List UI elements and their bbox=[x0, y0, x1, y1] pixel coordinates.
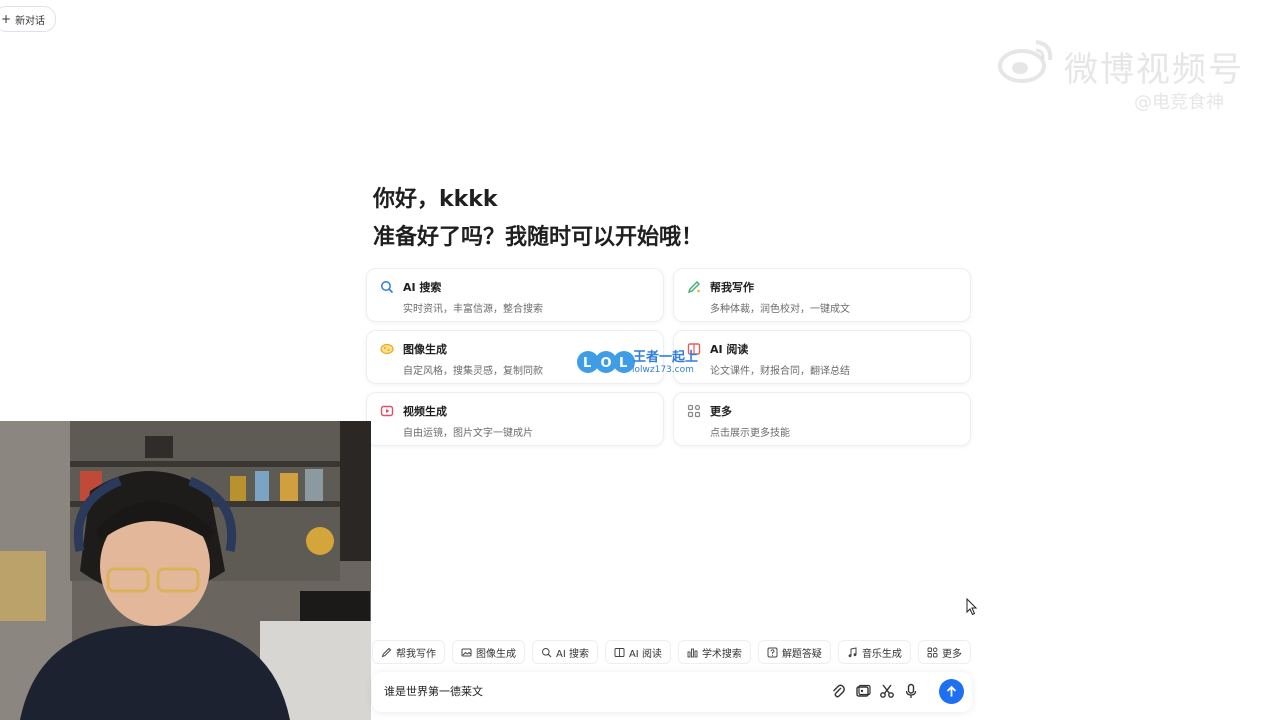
watermark-handle: @电竞食神 bbox=[1134, 92, 1224, 113]
card-desc: 论文课件，财报合同，翻译总结 bbox=[710, 366, 850, 377]
chat-input-box bbox=[372, 672, 972, 712]
image-upload-icon[interactable] bbox=[855, 683, 871, 699]
greeting-ready: 准备好了吗？我随时可以开始哦！ bbox=[373, 225, 704, 250]
chip-label: 帮我写作 bbox=[396, 648, 436, 660]
card-more[interactable]: 更多 点击展示更多技能 bbox=[673, 392, 971, 446]
chip-music-gen[interactable]: 音乐生成 bbox=[837, 640, 911, 664]
new-chat-label: 新对话 bbox=[15, 15, 46, 27]
chip-academic-search[interactable]: 学术搜索 bbox=[677, 640, 751, 664]
overlay-logo-domain: lolwz173.com bbox=[632, 365, 694, 375]
music-icon bbox=[848, 646, 857, 657]
card-desc: 实时资讯，丰富信源，整合搜索 bbox=[403, 304, 543, 315]
watermark-title: 微博视频号 bbox=[1064, 50, 1244, 90]
svg-text:L: L bbox=[583, 356, 591, 371]
card-title: 图像生成 bbox=[403, 343, 447, 356]
svg-text:L: L bbox=[619, 356, 627, 371]
greeting: 你好，kkkk 准备好了吗？我随时可以开始哦！ bbox=[373, 184, 703, 254]
card-title: 帮我写作 bbox=[710, 281, 754, 294]
card-ai-search[interactable]: AI 搜索 实时资讯，丰富信源，整合搜索 bbox=[366, 268, 664, 322]
webcam-overlay bbox=[0, 421, 371, 720]
app-window: + 新对话 微博视频号 @电竞食神 你好，kkkk 准备好了吗？我随时可以开始哦… bbox=[0, 0, 1280, 720]
chip-label: 解题答疑 bbox=[781, 648, 822, 660]
card-desc: 多种体裁，润色校对，一键成文 bbox=[710, 304, 850, 315]
greeting-hello: 你好，kkkk bbox=[373, 187, 498, 212]
mouse-cursor-icon bbox=[966, 598, 978, 616]
chip-label: 图像生成 bbox=[476, 648, 516, 660]
arrow-up-icon bbox=[946, 685, 957, 697]
image-icon bbox=[380, 343, 394, 355]
scissors-icon[interactable] bbox=[879, 683, 895, 699]
overlay-logo-cn: 王者一起上 bbox=[633, 350, 699, 365]
chip-writing[interactable]: 帮我写作 bbox=[372, 640, 445, 664]
plus-icon: + bbox=[1, 12, 12, 26]
watermark: 微博视频号 @电竞食神 bbox=[996, 34, 1256, 114]
image-icon bbox=[461, 648, 472, 656]
card-title: 更多 bbox=[710, 405, 732, 418]
pen-icon bbox=[687, 281, 700, 294]
video-icon bbox=[380, 405, 394, 417]
chip-more[interactable]: 更多 bbox=[917, 640, 971, 664]
chat-input[interactable] bbox=[384, 684, 804, 697]
weibo-logo-icon bbox=[998, 40, 1053, 83]
book-icon bbox=[614, 647, 625, 657]
chip-label: 学术搜索 bbox=[701, 648, 742, 660]
chip-ai-search[interactable]: AI 搜索 bbox=[532, 640, 598, 664]
streamer-camera-feed bbox=[0, 421, 371, 720]
card-title: 视频生成 bbox=[403, 405, 447, 418]
svg-text:O: O bbox=[601, 356, 612, 371]
paperclip-icon[interactable] bbox=[830, 683, 846, 699]
chart-icon bbox=[687, 648, 698, 657]
chip-image-gen[interactable]: 图像生成 bbox=[452, 640, 525, 664]
pen-icon bbox=[381, 647, 392, 657]
chip-ai-reading[interactable]: AI 阅读 bbox=[604, 640, 671, 664]
chip-problem-solving[interactable]: 解题答疑 bbox=[757, 640, 831, 664]
card-ai-reading[interactable]: AI 阅读 论文课件，财报合同，翻译总结 bbox=[673, 330, 971, 384]
chip-label: 更多 bbox=[941, 648, 962, 660]
card-desc: 自由运镜，图片文字一键成片 bbox=[403, 428, 533, 439]
grid-icon bbox=[687, 404, 701, 418]
search-icon bbox=[542, 647, 552, 657]
microphone-icon[interactable] bbox=[903, 683, 919, 699]
chip-label: AI 阅读 bbox=[628, 648, 662, 660]
card-title: AI 阅读 bbox=[710, 343, 749, 356]
search-icon bbox=[381, 281, 394, 294]
new-chat-button[interactable]: + 新对话 bbox=[0, 6, 57, 32]
question-icon bbox=[767, 647, 778, 657]
overlay-logo: L O L 王者一起上 lolwz173.com bbox=[576, 346, 706, 380]
grid-icon bbox=[927, 647, 938, 657]
card-desc: 点击展示更多技能 bbox=[710, 428, 790, 439]
card-video-gen[interactable]: 视频生成 自由运镜，图片文字一键成片 bbox=[366, 392, 664, 446]
chip-label: 音乐生成 bbox=[861, 648, 902, 660]
send-button[interactable] bbox=[939, 679, 964, 704]
card-desc: 自定风格，搜集灵感，复制同款 bbox=[403, 366, 543, 377]
card-writing[interactable]: 帮我写作 多种体裁，润色校对，一键成文 bbox=[673, 268, 971, 322]
chip-label: AI 搜索 bbox=[556, 648, 589, 660]
card-title: AI 搜索 bbox=[403, 281, 442, 294]
quick-actions: 帮我写作 图像生成 AI 搜索 AI 阅读 学术搜索 解题答疑 音乐生成 更多 bbox=[372, 640, 971, 664]
